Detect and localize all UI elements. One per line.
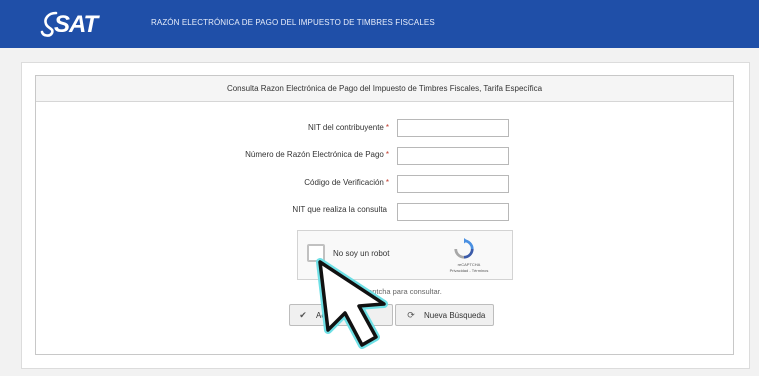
accept-button[interactable]: ✔ Aceptar — [289, 304, 393, 326]
nit-consulta-label: NIT que realiza la consulta — [292, 205, 387, 214]
refresh-icon: ⟳ — [407, 310, 415, 320]
numero-razon-label: Número de Razón Electrónica de Pago * — [245, 150, 389, 159]
codigo-verificacion-input[interactable] — [397, 175, 509, 193]
recaptcha-logo-icon — [454, 238, 474, 259]
check-icon: ✔ — [299, 310, 307, 320]
top-header-bar: SAT RAZÓN ELECTRÓNICA DE PAGO DEL IMPUES… — [0, 0, 759, 48]
nit-consulta-input[interactable] — [397, 203, 509, 221]
sat-logo-text: SAT — [54, 11, 98, 38]
recaptcha-privacy-terms-link[interactable]: Privacidad - Términos — [438, 268, 500, 273]
recaptcha-label: No soy un robot — [333, 249, 390, 258]
accept-button-label: Aceptar — [316, 311, 344, 320]
new-search-button[interactable]: ⟳ Nueva Búsqueda — [395, 304, 494, 326]
sat-logo[interactable]: SAT — [40, 10, 130, 38]
recaptcha-widget: No soy un robot reCAPTCHA Privacidad - T… — [297, 230, 513, 280]
recaptcha-brand: reCAPTCHA — [457, 262, 481, 267]
captcha-hint: Resuelva el captcha para consultar. — [323, 287, 442, 296]
nit-contribuyente-input[interactable] — [397, 119, 509, 137]
numero-razon-input[interactable] — [397, 147, 509, 165]
nit-contribuyente-label: NIT del contribuyente * — [307, 123, 389, 132]
recaptcha-checkbox[interactable] — [307, 244, 325, 262]
new-search-button-label: Nueva Búsqueda — [424, 311, 486, 320]
header-title: RAZÓN ELECTRÓNICA DE PAGO DEL IMPUESTO D… — [151, 18, 435, 27]
codigo-verificacion-label: Código de Verificación * — [304, 178, 389, 187]
form-heading: Consulta Razon Electrónica de Pago del I… — [36, 76, 733, 102]
